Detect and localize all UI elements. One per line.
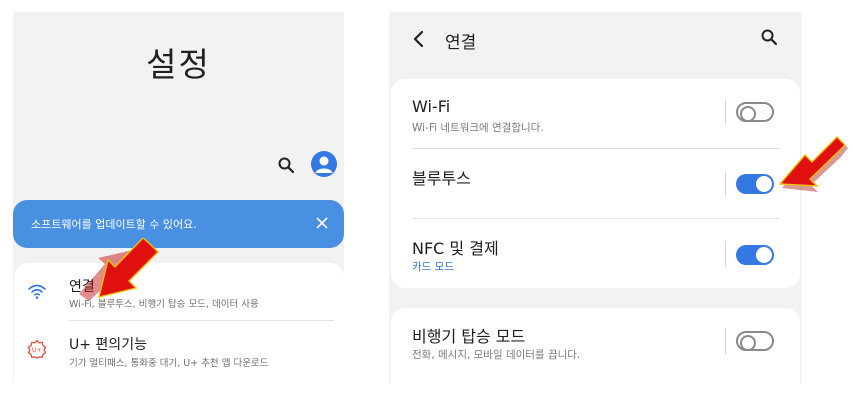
banner-text: 소프트웨어를 업데이트할 수 있어요. [31, 218, 197, 231]
setting-wifi[interactable]: Wi-Fi Wi-Fi 네트워크에 연결합니다. [391, 79, 800, 148]
bluetooth-toggle[interactable] [736, 174, 774, 194]
setting-label: 비행기 탑승 모드 [412, 327, 526, 346]
setting-subtitle: 카드 모드 [412, 261, 454, 273]
profile-icon[interactable] [311, 151, 337, 177]
item-label: U+ 편의기능 [69, 337, 147, 353]
setting-subtitle: Wi-Fi 네트워크에 연결합니다. [412, 122, 544, 134]
item-subtitle: 기가 멀티패스, 통화중 대기, U+ 추천 앱 다운로드 [69, 358, 269, 369]
settings-card: Wi-Fi Wi-Fi 네트워크에 연결합니다. 블루투스 NFC 및 결제 카… [391, 79, 800, 288]
connections-screen: 연결 Wi-Fi Wi-Fi 네트워크에 연결합니다. 블루투스 NFC 및 결… [389, 12, 802, 383]
wifi-toggle[interactable] [736, 102, 774, 122]
close-icon[interactable] [316, 217, 328, 229]
list-item-uplus-features[interactable]: U+ U+ 편의기능 기가 멀티패스, 통화중 대기, U+ 추천 앱 다운로드 [14, 321, 344, 383]
setting-bluetooth[interactable]: 블루투스 [391, 149, 800, 218]
setting-subtitle: 전화, 메시지, 모바일 데이터를 끕니다. [412, 349, 581, 361]
separator [725, 241, 726, 267]
back-icon[interactable] [412, 30, 424, 48]
airplane-toggle[interactable] [736, 331, 774, 351]
separator [725, 171, 726, 197]
settings-list: 연결 Wi-Fi, 블루투스, 비행기 탑승 모드, 데이터 사용 U+ U+ … [14, 263, 344, 383]
settings-card: 비행기 탑승 모드 전화, 메시지, 모바일 데이터를 끕니다. [391, 308, 800, 383]
search-icon[interactable] [761, 29, 777, 45]
red-arrow-icon [79, 238, 159, 300]
page-title: 설정 [146, 45, 211, 84]
search-icon[interactable] [278, 157, 294, 173]
setting-airplane-mode[interactable]: 비행기 탑승 모드 전화, 메시지, 모바일 데이터를 끕니다. [391, 308, 800, 383]
separator [725, 99, 726, 125]
plus-service-icon: U+ [27, 339, 47, 359]
list-item-connections[interactable]: 연결 Wi-Fi, 블루투스, 비행기 탑승 모드, 데이터 사용 [14, 263, 344, 320]
setting-label: NFC 및 결제 [412, 239, 499, 258]
setting-nfc[interactable]: NFC 및 결제 카드 모드 [391, 219, 800, 288]
page-title: 연결 [445, 33, 477, 53]
red-arrow-icon [778, 136, 848, 192]
nfc-toggle[interactable] [736, 245, 774, 265]
svg-text:U+: U+ [32, 346, 42, 354]
wifi-icon [28, 284, 46, 299]
separator [725, 328, 726, 354]
setting-label: 블루투스 [412, 169, 471, 188]
setting-label: Wi-Fi [412, 97, 451, 116]
settings-screen: 설정 소프트웨어를 업데이트할 수 있어요. 연결 Wi-Fi, 블루투스, 비… [13, 12, 344, 383]
update-banner[interactable]: 소프트웨어를 업데이트할 수 있어요. [13, 200, 344, 248]
